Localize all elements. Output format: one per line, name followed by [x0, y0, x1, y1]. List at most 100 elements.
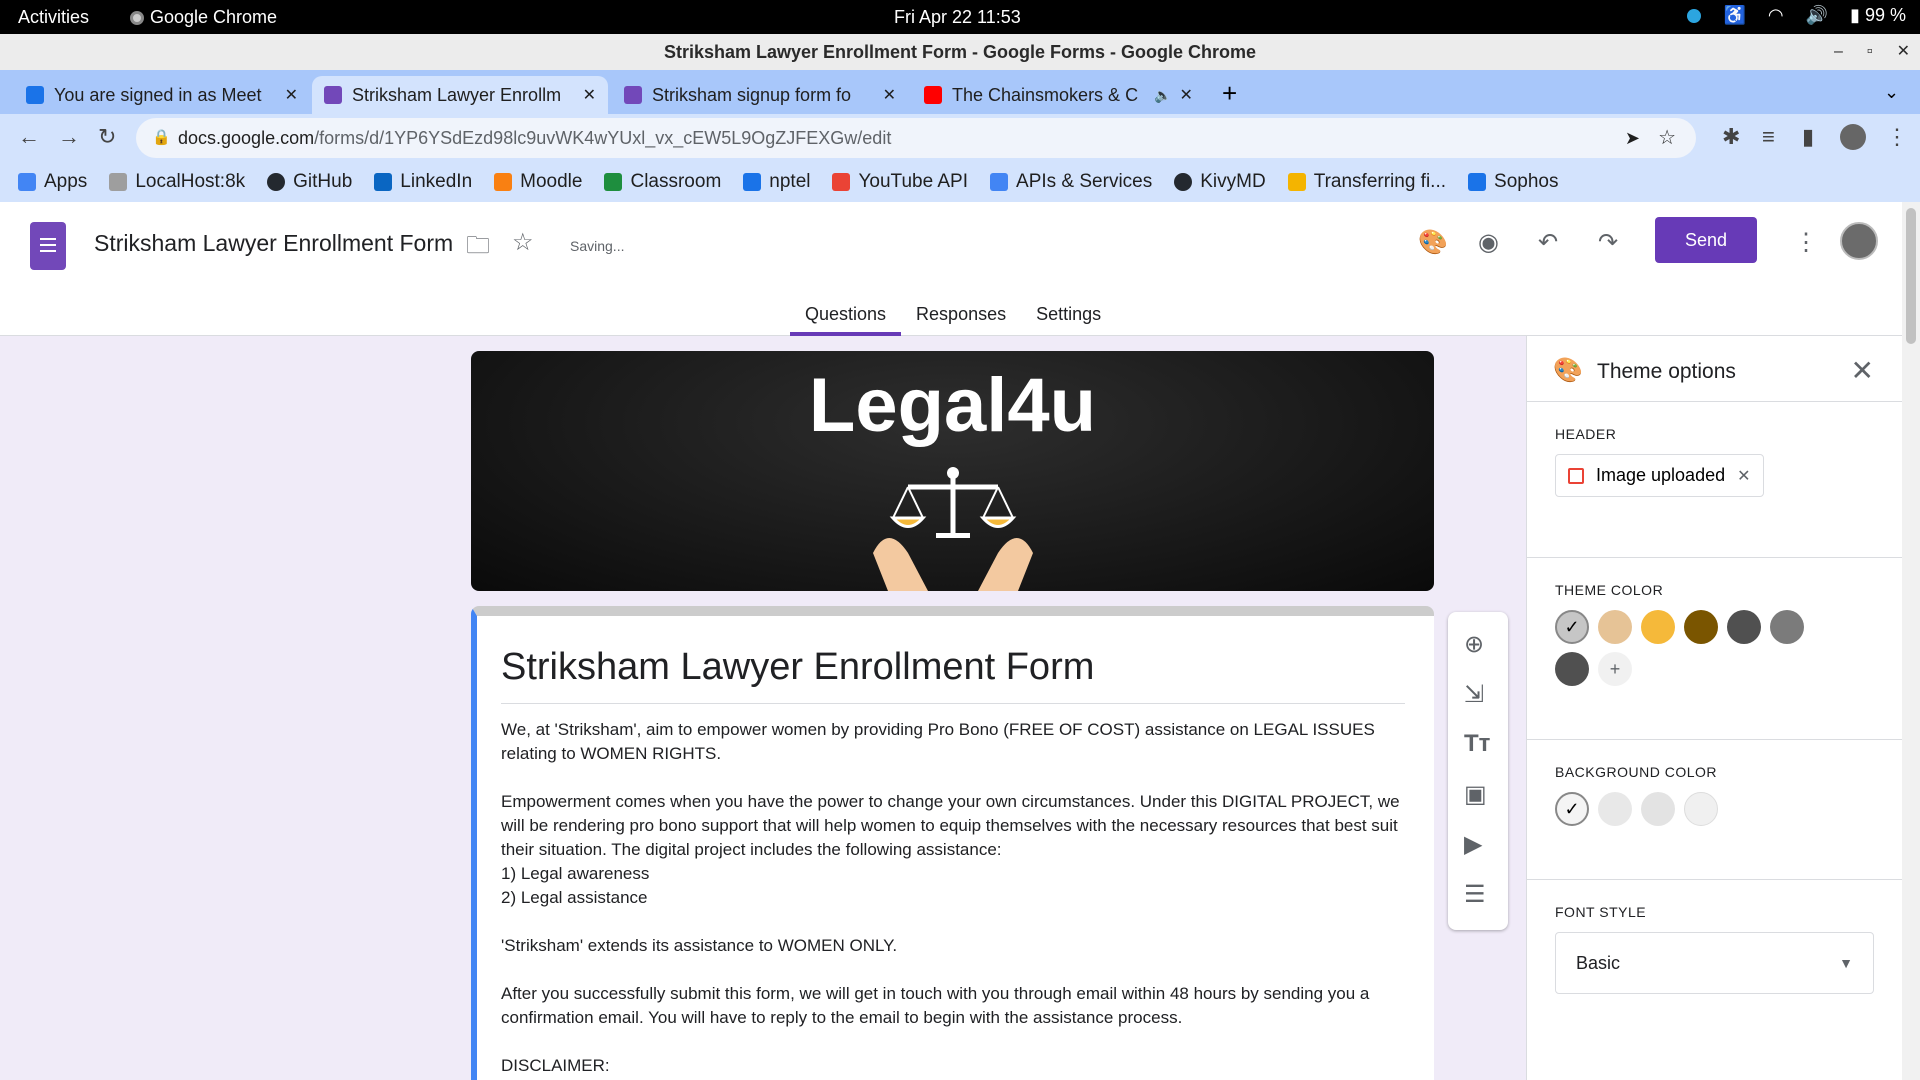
activities-button[interactable]: Activities [18, 7, 89, 28]
close-icon[interactable]: ✕ [1179, 85, 1192, 105]
color-swatch[interactable] [1727, 610, 1761, 644]
youtube-icon [924, 86, 942, 104]
color-swatch[interactable] [1641, 792, 1675, 826]
bookmark-transferring[interactable]: Transferring fi... [1287, 171, 1446, 193]
color-swatch[interactable] [1555, 652, 1589, 686]
color-swatch[interactable] [1598, 610, 1632, 644]
checkmark-icon: ✓ [1564, 798, 1580, 819]
bookmark-localhost[interactable]: LocalHost:8k [109, 171, 245, 193]
undo-icon[interactable]: ↶ [1538, 228, 1558, 257]
color-swatch[interactable] [1684, 792, 1718, 826]
close-icon[interactable]: ✕ [583, 85, 596, 105]
add-video-icon[interactable]: ▶ [1464, 830, 1482, 859]
color-swatch[interactable] [1598, 792, 1632, 826]
form-title-card[interactable]: Striksham Lawyer Enrollment Form We, at … [471, 606, 1434, 1080]
color-swatch[interactable] [1770, 610, 1804, 644]
bookmark-nptel[interactable]: nptel [743, 171, 810, 193]
reload-icon[interactable]: ↻ [98, 124, 116, 150]
close-icon[interactable]: ✕ [883, 85, 896, 105]
bookmark-label: Sophos [1494, 171, 1559, 192]
window-title-bar: Striksham Lawyer Enrollment Form - Googl… [0, 34, 1920, 70]
bookmark-classroom[interactable]: Classroom [604, 171, 721, 193]
media-queue-icon[interactable]: ≡ [1762, 124, 1775, 150]
bookmark-apis-services[interactable]: APIs & Services [990, 171, 1152, 193]
tab-sophos[interactable]: You are signed in as Meet ✕ [14, 76, 310, 114]
palette-icon[interactable]: 🎨 [1418, 228, 1448, 257]
bookmark-label: nptel [769, 171, 811, 192]
tab-responses[interactable]: Responses [901, 300, 1021, 336]
address-bar[interactable]: 🔒 docs.google.com/forms/d/1YP6YSdEzd98lc… [136, 118, 1696, 158]
remove-image-icon[interactable]: ✕ [1737, 466, 1750, 486]
tab-search-icon[interactable]: ⌄ [1884, 82, 1899, 103]
clock[interactable]: Fri Apr 22 11:53 [894, 7, 1021, 28]
bookmark-youtube-api[interactable]: YouTube API [832, 171, 968, 193]
volume-icon[interactable]: 🔊 [1806, 5, 1828, 26]
add-custom-color-icon[interactable]: + [1598, 652, 1632, 686]
color-swatch-selected[interactable]: ✓ [1555, 792, 1589, 826]
close-window-icon[interactable]: ✕ [1897, 34, 1910, 70]
lock-icon[interactable]: 🔒 [152, 118, 171, 158]
extensions-icon[interactable]: ✱ [1722, 124, 1740, 150]
speaker-icon[interactable]: 🔈 [1154, 87, 1171, 104]
minimize-icon[interactable]: – [1834, 34, 1843, 70]
more-options-icon[interactable]: ⋮ [1794, 228, 1818, 257]
scrollbar-thumb[interactable] [1906, 208, 1916, 344]
app-menu[interactable]: Google Chrome [130, 7, 277, 28]
bookmark-star-icon[interactable]: ☆ [1658, 118, 1676, 158]
tab-youtube[interactable]: The Chainsmokers & C 🔈 ✕ [912, 76, 1208, 114]
add-image-icon[interactable]: ▣ [1464, 780, 1487, 809]
classroom-icon [604, 173, 623, 191]
redo-icon[interactable]: ↷ [1598, 228, 1618, 257]
bookmark-sophos[interactable]: Sophos [1468, 171, 1558, 193]
google-forms-icon[interactable] [30, 222, 66, 270]
close-icon[interactable]: ✕ [1851, 354, 1874, 387]
color-swatch[interactable] [1641, 610, 1675, 644]
profile-avatar-icon[interactable] [1840, 124, 1866, 150]
side-panel-icon[interactable]: ▮ [1802, 124, 1814, 150]
tab-lawyer-form[interactable]: Striksham Lawyer Enrollm ✕ [312, 76, 608, 114]
bookmark-kivymd[interactable]: KivyMD [1174, 171, 1266, 193]
send-page-icon[interactable]: ➤ [1625, 118, 1640, 158]
preview-eye-icon[interactable]: ◉ [1478, 228, 1499, 257]
back-icon[interactable]: ← [18, 124, 40, 150]
add-title-icon[interactable]: Tт [1464, 730, 1490, 758]
system-tray[interactable]: ♿ ◠ 🔊 ▮ 99 % [1687, 5, 1906, 26]
banner-logo-text: Legal4u [808, 363, 1097, 448]
tab-settings[interactable]: Settings [1021, 300, 1116, 336]
color-swatch-selected[interactable]: ✓ [1555, 610, 1589, 644]
save-status: Saving... [570, 238, 625, 254]
bookmark-apps[interactable]: Apps [18, 171, 87, 193]
star-icon[interactable]: ☆ [512, 228, 534, 257]
forms-header: Striksham Lawyer Enrollment Form 🗀 ☆ Sav… [0, 202, 1920, 336]
folder-icon[interactable]: 🗀 [466, 228, 490, 269]
maximize-icon[interactable]: ▫ [1867, 34, 1873, 70]
send-button[interactable]: Send [1655, 217, 1757, 263]
forward-icon[interactable]: → [58, 124, 80, 150]
telegram-icon[interactable] [1687, 8, 1702, 23]
add-question-icon[interactable]: ⊕ [1464, 630, 1484, 659]
bookmark-github[interactable]: GitHub [267, 171, 352, 193]
tab-label: You are signed in as Meet [54, 84, 262, 105]
menu-kebab-icon[interactable]: ⋮ [1886, 124, 1908, 150]
close-icon[interactable]: ✕ [285, 85, 298, 105]
avatar[interactable] [1840, 222, 1878, 260]
bookmark-label: APIs & Services [1016, 171, 1153, 192]
window-title: Striksham Lawyer Enrollment Form - Googl… [663, 42, 1257, 62]
bookmark-linkedin[interactable]: LinkedIn [374, 171, 472, 193]
tab-signup-form[interactable]: Striksham signup form fo ✕ [612, 76, 908, 114]
color-swatch[interactable] [1684, 610, 1718, 644]
accessibility-icon[interactable]: ♿ [1723, 5, 1745, 26]
linkedin-icon [374, 173, 393, 191]
form-title[interactable]: Striksham Lawyer Enrollment Form [501, 646, 1405, 704]
add-section-icon[interactable]: ☰ [1464, 880, 1486, 909]
tab-questions[interactable]: Questions [790, 300, 902, 336]
header-image-chip[interactable]: Image uploaded ✕ [1555, 454, 1764, 497]
new-tab-icon[interactable]: + [1222, 78, 1237, 109]
form-description[interactable]: We, at 'Striksham', aim to empower women… [501, 718, 1410, 1078]
import-questions-icon[interactable]: ⇲ [1464, 680, 1484, 709]
bookmark-moodle[interactable]: Moodle [494, 171, 582, 193]
doc-title[interactable]: Striksham Lawyer Enrollment Form [94, 230, 453, 257]
wifi-icon[interactable]: ◠ [1768, 5, 1784, 26]
battery-status[interactable]: ▮ 99 % [1850, 5, 1906, 26]
font-style-select[interactable]: Basic ▼ [1555, 932, 1874, 994]
